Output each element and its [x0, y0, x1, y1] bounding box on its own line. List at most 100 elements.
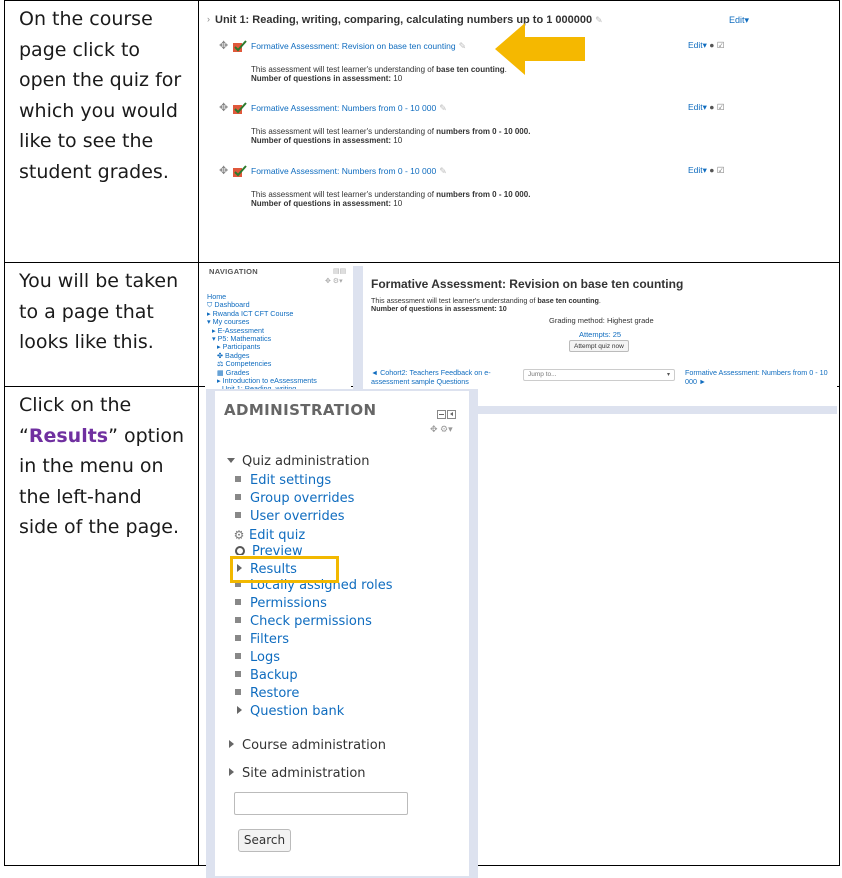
navigation-tree: Home ⛉ Dashboard ▸ Rwanda ICT CFT Course… [207, 292, 317, 394]
question-count: Number of questions in assessment: 10 [251, 74, 403, 83]
navigation-heading: NAVIGATION [209, 267, 258, 276]
admin-item-user-overrides[interactable]: User overrides [235, 508, 345, 526]
activity-edit-menu[interactable]: Edit▾ ● ☑ [688, 165, 724, 176]
admin-item-group-overrides[interactable]: Group overrides [235, 490, 354, 508]
bullet-icon [235, 671, 241, 677]
checkbox-icon[interactable]: ☑ [717, 165, 725, 175]
activity-description: This assessment will test learner's unde… [251, 190, 531, 199]
caret-right-icon [237, 706, 242, 714]
results-keyword: Results [28, 424, 109, 447]
course-administration-node[interactable]: Course administration [229, 737, 386, 755]
course-section: › Unit 1: Reading, writing, comparing, c… [207, 8, 817, 240]
move-icon[interactable]: ✥ [219, 166, 228, 177]
bullet-icon [235, 635, 241, 641]
bullet-icon [235, 653, 241, 659]
checkbox-icon[interactable]: ☑ [717, 102, 725, 112]
activity-edit-menu[interactable]: Edit▾ ● ☑ [688, 40, 724, 51]
activity-link[interactable]: Formative Assessment: Numbers from 0 - 1… [251, 103, 447, 114]
admin-item-permissions[interactable]: Permissions [235, 595, 327, 613]
results-highlight-box [230, 556, 339, 583]
caret-right-icon: ▸ [217, 376, 221, 386]
admin-item-check-permissions[interactable]: Check permissions [235, 613, 372, 631]
user-icon[interactable]: ● [709, 102, 714, 112]
next-activity-link[interactable]: Formative Assessment: Numbers from 0 - 1… [685, 368, 835, 386]
instruction-cell-1: On the course page click to open the qui… [4, 0, 199, 263]
course-page-screenshot: › Unit 1: Reading, writing, comparing, c… [198, 0, 840, 263]
caret-right-icon [229, 768, 234, 776]
quiz-icon [233, 165, 247, 177]
instruction-cell-3: Click on the “Results” option in the men… [4, 386, 199, 866]
admin-item-backup[interactable]: Backup [235, 667, 298, 685]
admin-screenshot: ADMINISTRATION ✥ ⚙▾ Quiz administration … [198, 386, 840, 878]
quiz-administration-node[interactable]: Quiz administration [227, 453, 369, 471]
activity-description: This assessment will test learner's unde… [251, 127, 531, 136]
checkbox-icon[interactable]: ☑ [717, 40, 725, 50]
admin-item-preview[interactable]: Preview [235, 543, 303, 555]
activity-link[interactable]: Formative Assessment: Numbers from 0 - 1… [251, 166, 447, 177]
user-icon[interactable]: ● [709, 165, 714, 175]
move-gear-icon[interactable]: ✥ ⚙▾ [430, 424, 453, 435]
quiz-title: Formative Assessment: Revision on base t… [371, 277, 684, 291]
admin-item-edit-quiz[interactable]: ⚙ Edit quiz [233, 526, 306, 544]
move-icon[interactable]: ✥ [219, 103, 228, 114]
admin-item-question-bank[interactable]: Question bank [237, 703, 344, 721]
pencil-icon[interactable]: ✎ [439, 166, 447, 176]
pencil-icon[interactable]: ✎ [595, 15, 603, 25]
bullet-icon [235, 512, 241, 518]
instruction-text-1: On the course page click to open the qui… [19, 8, 182, 183]
activity-item: ✥ Formative Assessment: Numbers from 0 -… [207, 102, 767, 163]
previous-activity-link[interactable]: ◄ Cohort2: Teachers Feedback on e-assess… [371, 368, 501, 386]
quiz-page-screenshot: NAVIGATION ▤▤ ✥ ⚙▾ Home ⛉ Dashboard ▸ Rw… [198, 262, 840, 414]
attempts-link[interactable]: Attempts: 25 [579, 330, 621, 339]
bullet-icon [235, 494, 241, 500]
caret-down-icon: ▾ [212, 334, 216, 344]
pencil-icon[interactable]: ✎ [459, 41, 467, 51]
unit-edit-menu[interactable]: Edit▾ [729, 15, 749, 26]
instruction-cell-2: You will be taken to a page that looks l… [4, 262, 199, 387]
question-count: Number of questions in assessment: 10 [371, 304, 507, 313]
chevron-down-icon: ▾ [666, 372, 670, 378]
unit-chevron-icon[interactable]: › [207, 14, 210, 24]
jump-to-select[interactable]: Jump to... ▾ [523, 369, 675, 381]
admin-item-filters[interactable]: Filters [235, 631, 289, 649]
search-button[interactable]: Search [238, 829, 291, 852]
block-controls [436, 406, 456, 424]
move-icon[interactable]: ✥ [219, 41, 228, 52]
question-count: Number of questions in assessment: 10 [251, 199, 403, 208]
caret-down-icon: ▾ [207, 317, 211, 327]
administration-title: ADMINISTRATION [224, 401, 377, 419]
activity-edit-menu[interactable]: Edit▾ ● ☑ [688, 102, 724, 113]
grading-method: Grading method: Highest grade [549, 316, 654, 325]
admin-item-edit-settings[interactable]: Edit settings [235, 472, 331, 490]
question-count: Number of questions in assessment: 10 [251, 136, 403, 145]
admin-search-input[interactable] [234, 792, 408, 815]
move-gear-icon[interactable]: ✥ ⚙▾ [325, 277, 343, 285]
left-arrow-icon [495, 23, 585, 75]
gear-icon: ⚙ [233, 528, 245, 542]
admin-frame: ADMINISTRATION ✥ ⚙▾ Quiz administration … [206, 389, 478, 878]
activity-item: ✥ Formative Assessment: Numbers from 0 -… [207, 165, 767, 226]
circle-icon [235, 546, 245, 555]
dock-icon[interactable] [447, 410, 456, 419]
block-controls-icon[interactable]: ▤▤ [333, 267, 346, 275]
bullet-icon [235, 476, 241, 482]
bullet-icon [235, 617, 241, 623]
attempt-quiz-button[interactable]: Attempt quiz now [569, 340, 629, 352]
admin-item-logs[interactable]: Logs [235, 649, 280, 667]
user-icon[interactable]: ● [709, 40, 714, 50]
instruction-text-2: You will be taken to a page that looks l… [19, 270, 179, 353]
activity-link[interactable]: Formative Assessment: Revision on base t… [251, 41, 466, 52]
collapse-icon[interactable] [437, 410, 446, 419]
administration-block: ADMINISTRATION ✥ ⚙▾ Quiz administration … [215, 391, 469, 876]
quiz-icon [233, 102, 247, 114]
pencil-icon[interactable]: ✎ [439, 103, 447, 113]
activity-item: ✥ Formative Assessment: Revision on base… [207, 40, 767, 101]
site-administration-node[interactable]: Site administration [229, 765, 366, 783]
admin-item-restore[interactable]: Restore [235, 685, 299, 703]
quiz-icon [233, 40, 247, 52]
activity-description: This assessment will test learner's unde… [251, 65, 507, 74]
instruction-table: On the course page click to open the qui… [4, 0, 840, 878]
bullet-icon [235, 689, 241, 695]
caret-down-icon [227, 458, 235, 463]
caret-right-icon [229, 740, 234, 748]
